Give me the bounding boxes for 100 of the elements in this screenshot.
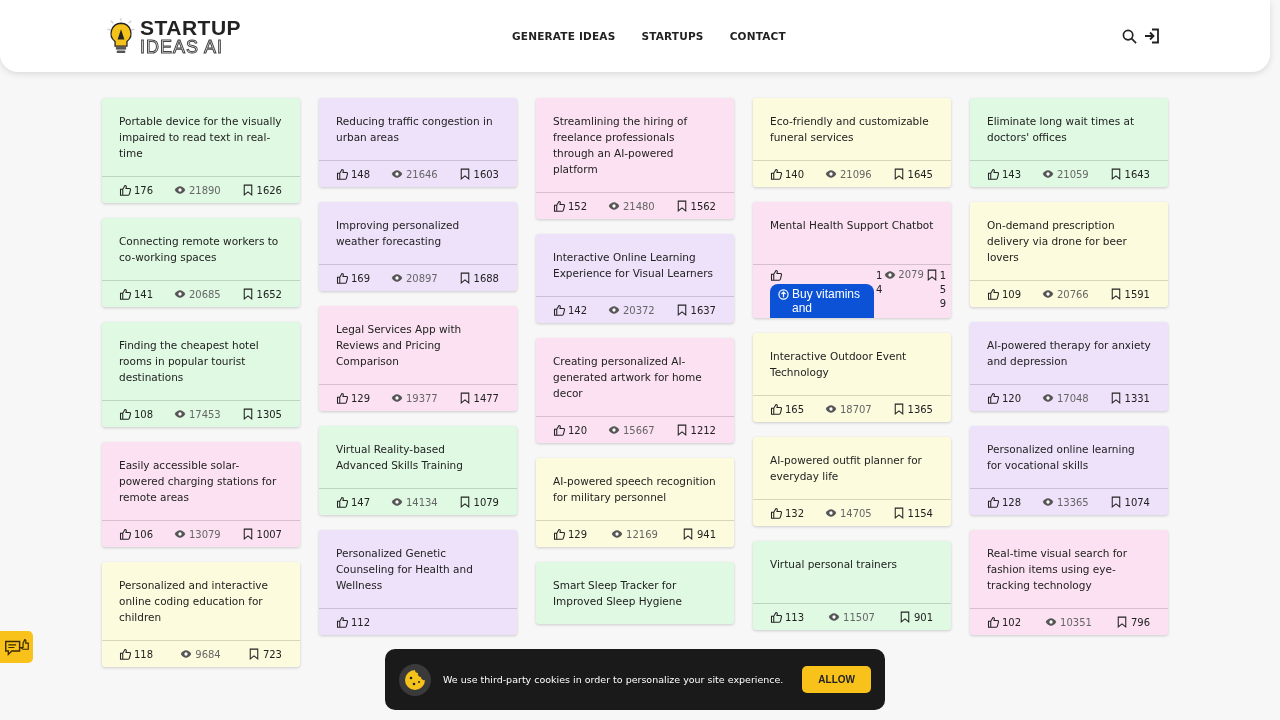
thumbs-up-icon[interactable] (770, 269, 782, 281)
thumbs-up-icon[interactable] (553, 424, 565, 436)
like-count: 142 (568, 304, 588, 316)
idea-title: Improving personalized weather forecasting (335, 218, 461, 249)
thumbs-up-icon[interactable] (987, 616, 999, 628)
bookmark-icon[interactable] (458, 392, 471, 404)
login-icon[interactable] (1144, 28, 1160, 44)
bookmark-icon[interactable] (1109, 288, 1122, 300)
allow-button[interactable]: ALLOW (802, 666, 871, 693)
idea-card[interactable]: Improving personalized weather forecasting 169 20897 1688 (319, 202, 517, 291)
bookmark-icon[interactable] (1115, 616, 1128, 628)
thumbs-up-icon[interactable] (770, 168, 782, 180)
idea-title: Real-time visual search for fashion items using eye-tracking technology (986, 546, 1129, 593)
idea-title: Mental Health Support Chatbot (769, 218, 935, 233)
thumbs-up-icon[interactable] (119, 648, 131, 660)
like-count: 118 (134, 648, 154, 660)
view-count: 14134 (405, 496, 438, 508)
idea-card[interactable]: Virtual personal trainers 113 11507 901 (753, 541, 951, 630)
idea-card[interactable]: Personalized and interactive online coding education for children 118 9684 723 (102, 562, 300, 667)
idea-card[interactable]: Connecting remote workers to co-working spaces 141 20685 1652 (102, 218, 300, 307)
idea-card[interactable]: Creating personalized AI-generated artwork for home decor 120 15667 1212 (536, 338, 734, 443)
thumbs-up-icon[interactable] (987, 496, 999, 508)
bookmark-icon[interactable] (1109, 496, 1122, 508)
bookmark-icon[interactable] (675, 304, 688, 316)
bookmark-icon[interactable] (892, 403, 905, 415)
idea-card[interactable]: Easily accessible solar-powered charging stations for remote areas 106 13079 1007 (102, 442, 300, 547)
thumbs-up-icon[interactable] (770, 507, 782, 519)
view-count: 17048 (1056, 392, 1089, 404)
thumbs-up-icon[interactable] (336, 392, 348, 404)
view-count: 13079 (188, 528, 221, 540)
nav-link[interactable]: GENERATE IDEAS (512, 30, 616, 42)
search-icon[interactable] (1122, 28, 1137, 44)
thumbs-up-icon[interactable] (987, 288, 999, 300)
like-count: 169 (351, 272, 371, 284)
idea-card[interactable]: Smart Sleep Tracker for Improved Sleep Hygiene (536, 562, 734, 624)
idea-card[interactable]: Interactive Online Learning Experience for Visual Learners 142 20372 1637 (536, 234, 734, 323)
idea-card[interactable]: AI-powered speech recognition for military personnel 129 12169 941 (536, 458, 734, 547)
save-count: 1305 (256, 408, 282, 420)
thumbs-up-icon[interactable] (119, 184, 131, 196)
idea-card[interactable]: Streamlining the hiring of freelance professionals through an AI-powered platform 152 21480 1562 (536, 98, 734, 219)
bookmark-icon[interactable] (458, 272, 471, 284)
idea-card[interactable]: Eliminate long wait times at doctors' offices 143 21059 1643 (970, 98, 1168, 187)
bookmark-icon[interactable] (241, 184, 254, 196)
eye-icon (1041, 496, 1054, 508)
bookmark-icon[interactable] (675, 424, 688, 436)
bookmark-icon[interactable] (925, 269, 938, 281)
bookmark-icon[interactable] (675, 200, 688, 212)
bookmark-icon[interactable] (1109, 168, 1122, 180)
view-count: 21059 (1056, 168, 1089, 180)
like-count: 120 (1002, 392, 1022, 404)
thumbs-up-icon[interactable] (770, 611, 782, 623)
ad-button[interactable]: Buy vitamins and (770, 284, 874, 318)
idea-card[interactable]: Personalized online learning for vocational skills 128 13365 1074 (970, 426, 1168, 515)
idea-card[interactable]: Real-time visual search for fashion items using eye-tracking technology 102 10351 796 (970, 530, 1168, 635)
thumbs-up-icon[interactable] (987, 168, 999, 180)
idea-card[interactable]: Finding the cheapest hotel rooms in popular tourist destinations 108 17453 1305 (102, 322, 300, 427)
bookmark-icon[interactable] (898, 611, 911, 623)
bookmark-icon[interactable] (681, 528, 694, 540)
thumbs-up-icon[interactable] (987, 392, 999, 404)
bookmark-icon[interactable] (892, 507, 905, 519)
thumbs-up-icon[interactable] (119, 408, 131, 420)
idea-card[interactable]: On-demand prescription delivery via drone for beer lovers 109 20766 1591 (970, 202, 1168, 307)
thumbs-up-icon[interactable] (119, 528, 131, 540)
idea-card[interactable]: Reducing traffic congestion in urban areas 148 21646 1603 (319, 98, 517, 187)
thumbs-up-icon[interactable] (119, 288, 131, 300)
feedback-button[interactable] (0, 631, 33, 663)
thumbs-up-icon[interactable] (336, 496, 348, 508)
thumbs-up-icon[interactable] (553, 200, 565, 212)
view-count: 21890 (188, 184, 221, 196)
idea-card[interactable]: Interactive Outdoor Event Technology 165 18707 1365 (753, 333, 951, 422)
idea-card[interactable]: Personalized Genetic Counseling for Health and Wellness 112 (319, 530, 517, 635)
idea-title: Easily accessible solar-powered charging stations for remote areas (118, 458, 278, 505)
thumbs-up-icon[interactable] (336, 272, 348, 284)
idea-card[interactable]: Legal Services App with Reviews and Pricing Comparison 129 19377 1477 (319, 306, 517, 411)
thumbs-up-icon[interactable] (553, 304, 565, 316)
like-count: 176 (134, 184, 154, 196)
bookmark-icon[interactable] (1109, 392, 1122, 404)
bookmark-icon[interactable] (241, 288, 254, 300)
idea-card[interactable]: AI-powered therapy for anxiety and depression 120 17048 1331 (970, 322, 1168, 411)
bookmark-icon[interactable] (241, 528, 254, 540)
bookmark-icon[interactable] (458, 168, 471, 180)
bookmark-icon[interactable] (458, 496, 471, 508)
idea-card[interactable]: Mental Health Support Chatbot Buy vitamins and 14 2079 159 (753, 202, 951, 318)
like-count: 14 (876, 269, 883, 297)
thumbs-up-icon[interactable] (553, 528, 565, 540)
thumbs-up-icon[interactable] (336, 616, 348, 628)
nav-link[interactable]: CONTACT (729, 30, 786, 42)
bookmark-icon[interactable] (247, 648, 260, 660)
bookmark-icon[interactable] (241, 408, 254, 420)
thumbs-up-icon[interactable] (336, 168, 348, 180)
like-count: 143 (1002, 168, 1022, 180)
nav-link[interactable]: STARTUPS (641, 30, 704, 42)
idea-card[interactable]: Eco-friendly and customizable funeral services 140 21096 1645 (753, 98, 951, 187)
view-count: 20372 (622, 304, 655, 316)
idea-card[interactable]: Portable device for the visually impaired to read text in real-time 176 21890 1626 (102, 98, 300, 203)
thumbs-up-icon[interactable] (770, 403, 782, 415)
bookmark-icon[interactable] (892, 168, 905, 180)
idea-card[interactable]: Virtual Reality-based Advanced Skills Training 147 14134 1079 (319, 426, 517, 515)
idea-card[interactable]: AI-powered outfit planner for everyday life 132 14705 1154 (753, 437, 951, 526)
idea-title: AI-powered speech recognition for military personnel (552, 474, 717, 505)
